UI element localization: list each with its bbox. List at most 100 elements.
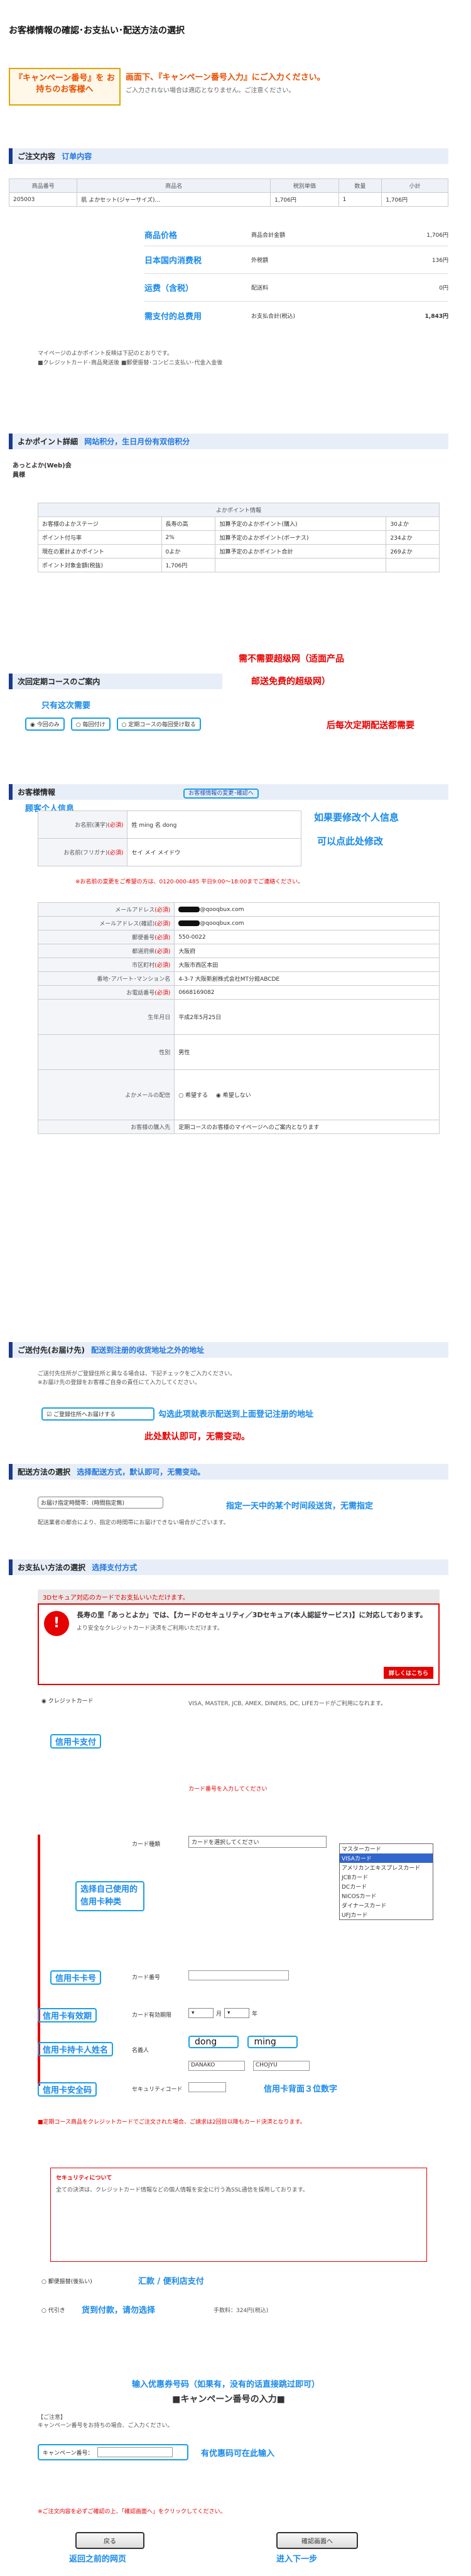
regular-opt-course-label: 定期コースの毎回受け取る bbox=[128, 721, 196, 728]
dropdown-option[interactable]: ダイナースカード bbox=[340, 1901, 433, 1910]
email-redaction bbox=[178, 906, 200, 912]
sex-value: 男性 bbox=[174, 1034, 440, 1070]
order-note-1: マイページのよかポイント反映は下記のとおりです。 bbox=[38, 351, 173, 357]
points-cell: ポイント対象金額(税抜) bbox=[38, 558, 162, 572]
cod-label: 代引き bbox=[48, 2308, 65, 2314]
dropdown-option[interactable]: JCBカード bbox=[340, 1872, 433, 1882]
shipaddr-note-2: ※お届け先の登録をお客様ご自身の責任にて入力してください。 bbox=[38, 1380, 201, 1386]
campaign-note-title: 【ご注意】 bbox=[38, 2415, 67, 2421]
secure-detail-button[interactable]: 詳しくはこちら bbox=[383, 1667, 433, 1679]
order-head: ご注文内容 bbox=[18, 152, 56, 161]
points-cell: 1,706円 bbox=[161, 558, 216, 572]
expiry-y: 年 bbox=[252, 2011, 258, 2017]
card-note: カード番号を入力してください bbox=[188, 1786, 268, 1793]
field-pref: 都道府県(必須) 大阪府 bbox=[37, 944, 440, 958]
order-summary: 商品价格 商品合計金額 1,706円 日本国内消费税 外税額 136円 运费（含… bbox=[144, 224, 448, 329]
phone-note: ※お名前の変更をご希望の方は、0120-000-485 平日9:00～18:00… bbox=[75, 879, 304, 885]
payment-cn-head: 选择支付方式 bbox=[92, 1563, 138, 1572]
credit-option[interactable]: ◉ クレジットカード bbox=[41, 1696, 94, 1705]
email2-label: メールアドレス(確認) bbox=[99, 921, 155, 927]
dropdown-option[interactable]: アメリカンエキスプレスカード bbox=[340, 1863, 433, 1872]
dropdown-option[interactable]: DCカード bbox=[340, 1882, 433, 1891]
field-route: お客様の購入先 定期コースのお客様のマイページへのご案内となります bbox=[37, 1120, 440, 1134]
delivery-select[interactable]: お届け指定時間帯：(時間指定無) bbox=[38, 1497, 163, 1509]
cards-text: VISA, MASTER, JCB, AMEX, DINERS, DC, LIF… bbox=[188, 1701, 386, 1707]
shipaddr-note-1: ご送付先住所がご登録住所と異なる場合は、下記チェックをご入力ください。 bbox=[38, 1371, 236, 1377]
dropdown-option[interactable]: UFJカード bbox=[340, 1910, 433, 1919]
number-label: カード番号 bbox=[132, 1975, 161, 1981]
checkbox-icon: ☑ bbox=[46, 1412, 52, 1418]
mail-opt-yes[interactable]: ○ 希望する bbox=[178, 1093, 208, 1099]
kana-label: お名前(フリガナ) bbox=[63, 850, 108, 856]
points-table: よかポイント情報 お客様のよかステージ 長寿の高 加算予定のよかポイント(購入)… bbox=[38, 503, 440, 572]
delivery-cn-head: 选择配送方式，默认即可，无需变动。 bbox=[77, 1468, 205, 1476]
holder-cn: 信用卡持卡人姓名 bbox=[38, 2042, 114, 2056]
campaign-hint-left: 『キャンペーン番号』を お持ちのお客様へ bbox=[9, 68, 121, 106]
card-type-select[interactable]: カードを選択してください bbox=[188, 1836, 327, 1848]
mail-opt-no[interactable]: ◉ 希望しない bbox=[216, 1093, 251, 1099]
cvc-cn-2: 信用卡背面３位数字 bbox=[264, 2085, 338, 2094]
holder-mei-input[interactable]: ming bbox=[247, 2036, 298, 2048]
campaign-hint-right-1: 画面下、『キャンペーン番号入力』にご入力ください。 bbox=[126, 73, 325, 82]
shipaddr-section-head: ご送付先(お届け先) 配送到注册的收货地址之外的地址 bbox=[9, 1342, 448, 1358]
mail-opt-yes-label: 希望する bbox=[185, 1093, 208, 1099]
expiry-m: 月 bbox=[216, 2011, 222, 2017]
back-button[interactable]: 戻る bbox=[75, 2532, 144, 2549]
points-cell: 加算予定のよかポイント(購入) bbox=[215, 516, 387, 531]
points-cell: 加算予定のよかポイント合計 bbox=[215, 544, 387, 559]
total-label: お支払合計(税込) bbox=[251, 313, 296, 320]
customer-table: お名前(漢字)(必須) 姓 ming 名 dong お名前(フリガナ)(必須) セイ… bbox=[37, 810, 301, 866]
sex-label: 性別 bbox=[37, 1034, 175, 1070]
customer-change-link[interactable]: お客様情報の変更･確認へ bbox=[183, 789, 259, 799]
campaign-input[interactable] bbox=[97, 2447, 173, 2457]
radio-icon: ○ bbox=[75, 721, 81, 728]
pref-label: 都道府県 bbox=[132, 949, 155, 955]
regular-opt-course[interactable]: ○ 定期コースの毎回受け取る bbox=[116, 717, 201, 731]
points-cell: 2% bbox=[161, 530, 216, 545]
mail-label: よかメールの配信 bbox=[37, 1069, 175, 1120]
regular-cn-2: 邮送免费的超级网） bbox=[251, 677, 330, 687]
expiry-year-select[interactable]: ▾ bbox=[224, 2008, 250, 2018]
expiry-month-select[interactable]: ▾ bbox=[188, 2008, 214, 2018]
table-row: ポイント対象金額(税抜) 1,706円 bbox=[38, 558, 440, 572]
order-notes: マイページのよかポイント反映は下記のとおりです。 ■クレジットカード･商品発送後… bbox=[38, 349, 440, 368]
customer-head: お客様情報 bbox=[18, 788, 56, 797]
delivery-cn-select: 指定一天中的某个时间段送货，无需指定 bbox=[226, 1502, 374, 1511]
dropdown-option[interactable]: NICOSカード bbox=[340, 1891, 433, 1901]
regular-opt-once[interactable]: ◉ 今回のみ bbox=[25, 717, 65, 731]
col-subtotal: 小計 bbox=[381, 178, 448, 193]
order-note-2: ■クレジットカード･商品発送後 ■郵便振替･コンビニ支払い･代金入金後 bbox=[38, 360, 223, 366]
radio-icon: ○ bbox=[41, 2279, 46, 2285]
dropdown-option-selected[interactable]: VISAカード bbox=[340, 1853, 433, 1863]
type-cn: 选择自己使用的信用卡种类 bbox=[75, 1881, 144, 1911]
total-value: 1,843円 bbox=[425, 313, 448, 320]
bank-option[interactable]: ○ 郵便振替(後払い) bbox=[41, 2277, 92, 2285]
card-number-input[interactable] bbox=[188, 1970, 289, 1980]
subtotal-label: 商品合計金額 bbox=[251, 232, 286, 239]
number-cn: 信用卡卡号 bbox=[50, 1970, 102, 1985]
points-cell bbox=[215, 558, 387, 572]
field-email2: メールアドレス(確認)(必須) @qooqbux.com bbox=[37, 916, 440, 931]
holder-kana-sei-input[interactable]: DANAKO bbox=[188, 2061, 245, 2071]
regular-head: 次回定期コースのご案内 bbox=[9, 674, 222, 689]
confirm-button[interactable]: 確認画面へ bbox=[276, 2532, 358, 2549]
cod-option[interactable]: ○ 代引き bbox=[41, 2306, 65, 2314]
shipaddr-check[interactable]: ☑ ご登録住所へお届けする bbox=[41, 1407, 154, 1421]
back-cn: 返回之前的网页 bbox=[69, 2555, 127, 2564]
dropdown-option[interactable]: マスターカード bbox=[340, 1844, 433, 1853]
cell-subtotal: 1,706円 bbox=[381, 192, 448, 207]
type-label: カード種類 bbox=[132, 1842, 161, 1848]
points-cell bbox=[386, 558, 440, 572]
table-row: 現在の累計よかポイント 0よか 加算予定のよかポイント合計 269よか bbox=[38, 544, 440, 559]
zip-value: 550-0022 bbox=[174, 930, 440, 944]
field-mail: よかメールの配信 ○ 希望する ◉ 希望しない bbox=[37, 1069, 440, 1120]
regular-opt-every[interactable]: ○ 毎回付け bbox=[70, 717, 111, 731]
shipaddr-notes: ご送付先住所がご登録住所と異なる場合は、下記チェックをご入力ください。 ※お届け… bbox=[38, 1370, 440, 1387]
campaign-hint-right-2: ご入力されない場合は適応となりません。ご注意ください。 bbox=[126, 87, 295, 94]
cvc-input[interactable] bbox=[188, 2082, 226, 2092]
radio-icon: ○ bbox=[41, 2308, 46, 2314]
expiry-cn: 信用卡有效期 bbox=[38, 2008, 97, 2022]
holder-sei-input[interactable]: dong bbox=[188, 2036, 239, 2048]
campaign-hint-right: 画面下、『キャンペーン番号入力』にご入力ください。 ご入力されない場合は適応とな… bbox=[126, 70, 452, 94]
holder-kana-mei-input[interactable]: CHOJYU bbox=[252, 2061, 310, 2071]
